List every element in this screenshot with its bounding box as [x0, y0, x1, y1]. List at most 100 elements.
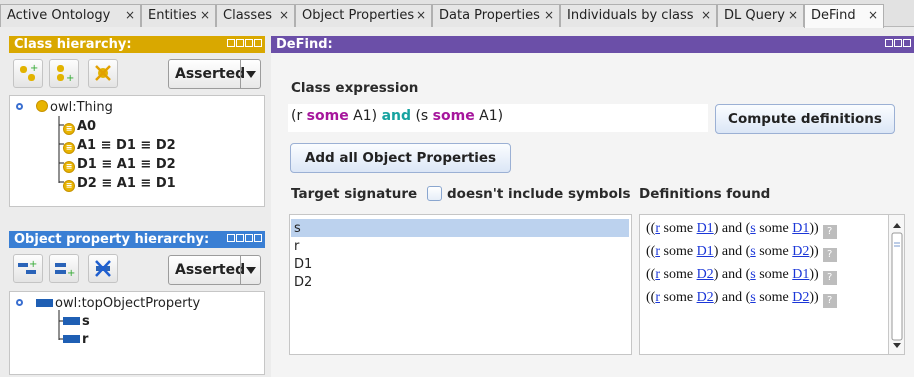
vertical-scrollbar[interactable] — [888, 215, 904, 354]
tree-item-d2[interactable]: ≡ D2 ≡ A1 ≡ D1 — [63, 176, 176, 192]
definitions-list[interactable]: ((r some D1) and (s some D1))? ((r some D… — [639, 214, 905, 355]
tree-item-r[interactable]: r — [63, 332, 88, 348]
tree-item-s[interactable]: s — [63, 314, 90, 330]
tab-label: Classes — [223, 8, 272, 23]
select-value: Asserted — [175, 262, 246, 278]
close-icon[interactable]: × — [701, 8, 711, 22]
definition-row[interactable]: ((r some D2) and (s some D2))? — [646, 290, 837, 308]
add-all-object-properties-button[interactable]: Add all Object Properties — [290, 143, 511, 173]
equivalent-class-icon: ≡ — [63, 180, 75, 192]
panel-title: Class hierarchy: — [14, 37, 132, 52]
definition-row[interactable]: ((r some D1) and (s some D2))? — [646, 244, 837, 262]
question-icon[interactable]: ? — [822, 294, 837, 308]
class-expression-input[interactable]: (r some A1) and (s some A1) — [288, 104, 708, 132]
tree-item-a0[interactable]: ≡ A0 — [63, 119, 96, 135]
expr-text: (r — [291, 108, 307, 124]
object-property-hierarchy-header: Object property hierarchy: — [9, 231, 265, 248]
view-controls[interactable] — [226, 234, 262, 245]
svg-text:+: + — [29, 259, 37, 270]
tab-label: Individuals by class — [567, 8, 694, 23]
add-sub-property-button[interactable]: + — [13, 254, 43, 283]
definition-row[interactable]: ((r some D1) and (s some D1))? — [646, 221, 837, 239]
expr-keyword: some — [432, 108, 475, 124]
tree-item-d1[interactable]: ≡ D1 ≡ A1 ≡ D2 — [63, 157, 176, 173]
tab-classes[interactable]: Classes × — [216, 4, 295, 27]
close-icon[interactable]: × — [416, 8, 426, 22]
tab-data-properties[interactable]: Data Properties × — [432, 4, 560, 27]
tree-root-top-object-property[interactable]: owl:topObjectProperty — [36, 296, 200, 312]
tab-object-properties[interactable]: Object Properties × — [295, 4, 432, 27]
expr-text: A1) — [474, 108, 504, 124]
target-signature-list[interactable]: s r D1 D2 — [289, 214, 632, 355]
add-sibling-property-icon: + — [55, 263, 75, 279]
close-icon[interactable]: × — [125, 8, 135, 22]
question-icon[interactable]: ? — [822, 248, 837, 262]
close-icon[interactable]: × — [788, 8, 798, 22]
chevron-down-icon[interactable] — [240, 60, 260, 88]
definition-text: ) and ( — [713, 221, 751, 236]
entity-link[interactable]: D2 — [792, 290, 809, 305]
expr-text: A1) — [348, 108, 382, 124]
entity-link[interactable]: D1 — [792, 221, 809, 236]
tab-individuals-by-class[interactable]: Individuals by class × — [560, 4, 717, 27]
add-sibling-class-button[interactable]: + — [49, 59, 79, 88]
doesnt-include-symbols-checkbox[interactable] — [427, 186, 442, 201]
definition-text: )) — [809, 221, 819, 236]
chevron-down-icon[interactable] — [240, 256, 260, 284]
expand-toggle-icon[interactable] — [16, 103, 23, 110]
equivalent-class-icon: ≡ — [63, 142, 75, 154]
list-item[interactable]: D2 — [291, 273, 515, 291]
question-icon[interactable]: ? — [822, 271, 837, 285]
question-icon[interactable]: ? — [822, 225, 837, 239]
select-value: Asserted — [175, 66, 246, 82]
entity-link[interactable]: D2 — [792, 244, 809, 259]
expand-toggle-icon[interactable] — [16, 299, 23, 306]
compute-definitions-button[interactable]: Compute definitions — [715, 104, 895, 134]
delete-class-button[interactable] — [88, 59, 118, 88]
tree-label: owl:Thing — [50, 100, 113, 115]
entity-link[interactable]: D2 — [697, 290, 714, 305]
view-controls[interactable] — [884, 39, 911, 50]
tab-bar: Active Ontology × Entities × Classes × Obje… — [0, 0, 914, 28]
tab-label: Object Properties — [302, 8, 415, 23]
property-icon — [63, 317, 80, 325]
delete-property-button[interactable] — [88, 254, 118, 283]
entity-link[interactable]: D1 — [697, 244, 714, 259]
definition-text: )) — [809, 267, 819, 282]
tree-root-owl-thing[interactable]: owl:Thing — [36, 100, 113, 116]
list-item[interactable]: r — [291, 237, 515, 255]
tree-label: A0 — [77, 119, 97, 134]
list-item[interactable]: D1 — [291, 255, 515, 273]
tab-defind[interactable]: DeFind × — [804, 4, 884, 28]
close-icon[interactable]: × — [200, 8, 210, 22]
definition-row[interactable]: ((r some D2) and (s some D1))? — [646, 267, 837, 285]
entity-link[interactable]: D1 — [697, 221, 714, 236]
close-icon[interactable]: × — [544, 8, 554, 22]
property-hierarchy-mode-select[interactable]: Asserted — [168, 255, 261, 285]
tree-label: D2 ≡ A1 ≡ D1 — [77, 176, 176, 191]
panel-title: Object property hierarchy: — [14, 232, 210, 247]
entity-link[interactable]: D2 — [697, 267, 714, 282]
class-icon — [36, 100, 48, 112]
list-item-selected[interactable]: s — [291, 219, 629, 237]
add-subclass-button[interactable]: + — [13, 59, 43, 88]
view-controls[interactable] — [226, 39, 262, 50]
definition-text: some — [660, 267, 697, 282]
entity-link[interactable]: D1 — [792, 267, 809, 282]
tab-label: DL Query — [724, 8, 785, 23]
svg-text:+: + — [67, 268, 75, 279]
definition-text: some — [755, 221, 793, 236]
add-sibling-property-button[interactable]: + — [49, 254, 79, 283]
close-icon[interactable]: × — [279, 8, 289, 22]
close-icon[interactable]: × — [868, 8, 878, 22]
definition-text: some — [660, 290, 697, 305]
tree-item-a1[interactable]: ≡ A1 ≡ D1 ≡ D2 — [63, 138, 176, 154]
definition-text: (( — [646, 290, 656, 305]
add-sub-property-icon: + — [18, 259, 37, 274]
tab-active-ontology[interactable]: Active Ontology × — [0, 4, 141, 27]
class-hierarchy-mode-select[interactable]: Asserted — [168, 59, 261, 89]
tab-entities[interactable]: Entities × — [141, 4, 216, 27]
property-icon — [63, 335, 80, 343]
class-hierarchy-header: Class hierarchy: — [9, 36, 265, 53]
tab-dl-query[interactable]: DL Query × — [717, 4, 804, 27]
